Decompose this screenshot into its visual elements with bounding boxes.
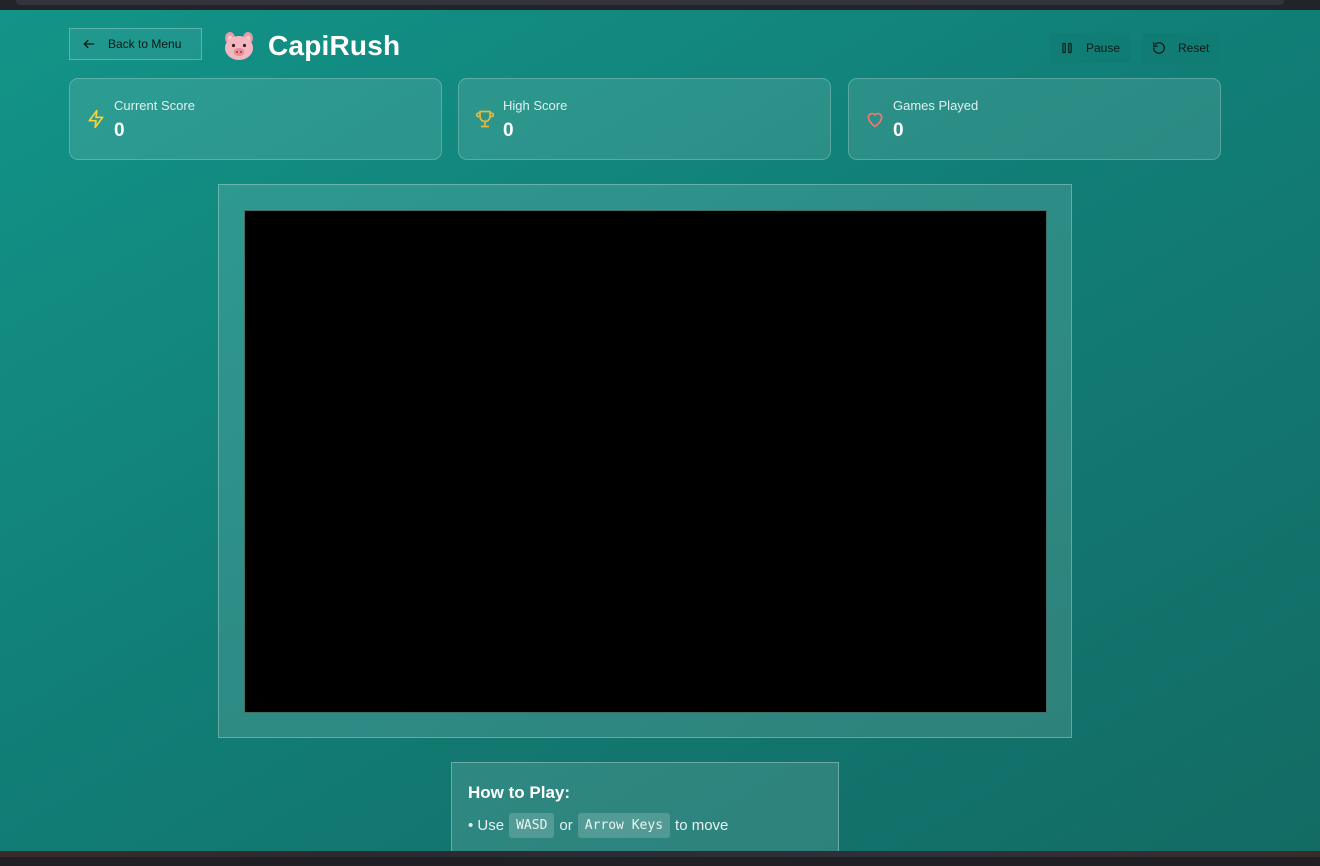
- instruction-or: or: [559, 817, 573, 834]
- how-to-play-title: How to Play:: [468, 783, 571, 802]
- pause-icon: [1062, 42, 1072, 54]
- pig-face-icon: [225, 32, 253, 60]
- pause-button[interactable]: Pause: [1050, 33, 1130, 63]
- zap-icon: [88, 109, 104, 129]
- games-played-card: Games Played 0: [848, 78, 1221, 160]
- current-score-card: Current Score 0: [69, 78, 442, 160]
- game-canvas[interactable]: [244, 210, 1047, 713]
- browser-top-bar: [0, 0, 1320, 10]
- high-score-card: High Score 0: [458, 78, 831, 160]
- current-score-label: Current Score: [114, 98, 195, 113]
- how-to-play-panel: How to Play: • Use WASD or Arrow Keys to…: [451, 762, 839, 851]
- reset-button[interactable]: Reset: [1142, 33, 1219, 63]
- reset-label: Reset: [1178, 41, 1210, 55]
- heart-icon: [867, 112, 883, 128]
- pause-label: Pause: [1086, 41, 1121, 55]
- app-title: CapiRush: [268, 30, 401, 61]
- app-brand: CapiRush: [222, 30, 400, 62]
- game-page: Back to Menu CapiRush Pause Reset Curren…: [0, 10, 1320, 851]
- instruction-line-move: • Use WASD or Arrow Keys to move: [468, 813, 822, 838]
- back-to-menu-label: Back to Menu: [108, 37, 182, 51]
- key-wasd: WASD: [509, 813, 555, 838]
- instruction-prefix: • Use: [468, 817, 505, 834]
- instruction-suffix: to move: [675, 817, 729, 834]
- rotate-ccw-icon: [1153, 42, 1165, 54]
- games-played-value: 0: [893, 120, 904, 141]
- browser-bottom-bar: [0, 851, 1320, 866]
- high-score-label: High Score: [503, 98, 568, 113]
- current-score-value: 0: [114, 120, 125, 141]
- high-score-value: 0: [503, 120, 514, 141]
- arrow-left-icon: [83, 39, 95, 49]
- trophy-icon: [475, 110, 495, 128]
- games-played-label: Games Played: [893, 98, 979, 113]
- key-arrow-keys: Arrow Keys: [577, 813, 671, 838]
- game-frame: [218, 184, 1072, 738]
- back-to-menu-button[interactable]: Back to Menu: [69, 28, 202, 60]
